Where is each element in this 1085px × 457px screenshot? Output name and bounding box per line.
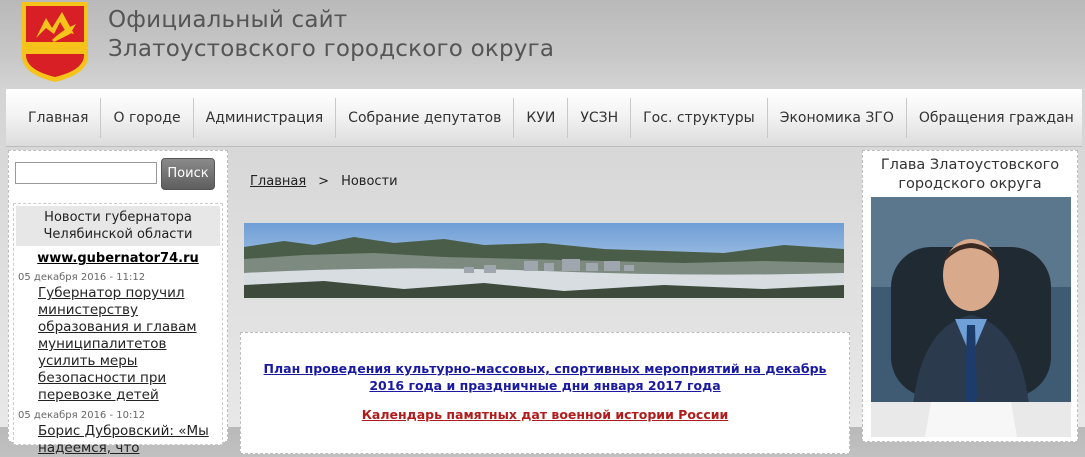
city-coat-of-arms-icon[interactable]	[16, 0, 94, 84]
nav-item-state-structures[interactable]: Гос. структуры	[631, 98, 768, 138]
nav-item-economy[interactable]: Экономика ЗГО	[768, 98, 907, 138]
search-input[interactable]	[15, 162, 157, 184]
governor-site-link[interactable]: www.gubernator74.ru	[14, 251, 222, 266]
events-plan-link[interactable]: План проведения культурно-массовых, спор…	[241, 360, 849, 394]
news-date: 05 декабря 2016 - 10:12	[18, 410, 146, 421]
site-title: Официальный сайт Златоустовского городск…	[108, 6, 554, 64]
nav-item-deputies-assembly[interactable]: Собрание депутатов	[336, 98, 515, 138]
breadcrumb-separator: >	[318, 174, 330, 189]
city-panorama-banner	[244, 223, 844, 298]
news-item-link[interactable]: Губернатор поручил министерству образова…	[38, 285, 218, 404]
governor-news-panel: Новости губернатора Челябинской области …	[13, 203, 223, 456]
news-item-link[interactable]: Борис Дубровский: «Мы надеемся, что	[38, 423, 218, 457]
site-title-line2: Златоустовского городского округа	[108, 36, 555, 62]
main-content: Главная > Новости План проведения культурн…	[240, 150, 850, 454]
site-title-line1: Официальный сайт	[108, 7, 348, 33]
nav-item-about-city[interactable]: О городе	[101, 98, 194, 138]
news-date: 05 декабря 2016 - 11:12	[18, 272, 146, 283]
nav-item-uszn[interactable]: УСЗН	[568, 98, 632, 138]
announcements-box: План проведения культурно-массовых, спор…	[240, 332, 850, 454]
breadcrumb-home-link[interactable]: Главная	[250, 174, 306, 189]
breadcrumb: Главная > Новости	[250, 174, 398, 189]
search-button[interactable]: Поиск	[161, 158, 215, 190]
nav-item-home[interactable]: Главная	[6, 98, 102, 138]
head-of-district-title: Глава Златоустовского городского округа	[880, 157, 1060, 192]
main-navigation: Главная О городе Администрация Собрание …	[6, 89, 1082, 147]
nav-item-kui[interactable]: КУИ	[514, 98, 569, 138]
breadcrumb-current: Новости	[341, 174, 398, 189]
left-sidebar: Поиск Новости губернатора Челябинской об…	[8, 150, 228, 456]
nav-item-citizen-appeals[interactable]: Обращения граждан	[907, 98, 1085, 138]
governor-news-header: Новости губернатора Челябинской области	[16, 206, 220, 246]
head-of-district-photo[interactable]	[871, 197, 1071, 437]
military-calendar-link[interactable]: Календарь памятных дат военной истории Р…	[241, 407, 849, 422]
nav-item-administration[interactable]: Администрация	[194, 98, 337, 138]
right-sidebar: Глава Златоустовского городского округа	[862, 150, 1078, 442]
